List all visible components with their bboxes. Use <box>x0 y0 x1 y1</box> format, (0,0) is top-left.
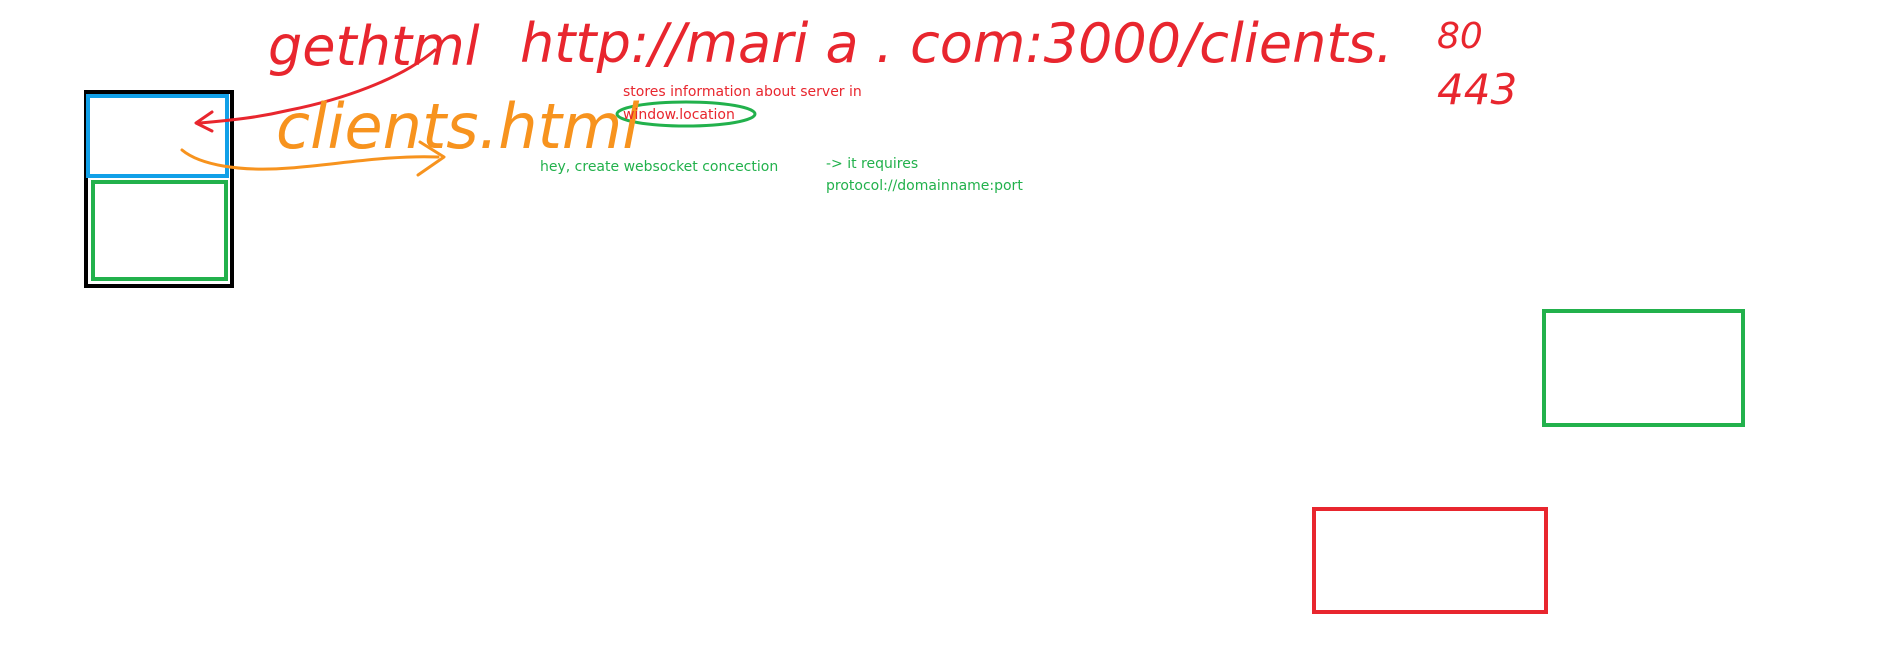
get-html-handwriting: gethtml <box>268 15 480 78</box>
requires-note-line1: -> it requires <box>826 156 918 172</box>
requires-note-line2: protocol://domainname:port <box>826 178 1023 194</box>
url-handwriting: http://mari a . com:3000/clients. <box>520 12 1393 75</box>
green-box-right <box>1542 309 1745 427</box>
port-80-handwriting: 80 <box>1437 16 1483 57</box>
diagram-canvas: gethtml http://mari a . com:3000/clients… <box>84 12 1745 614</box>
port-443-handwriting: 443 <box>1437 65 1517 114</box>
window-location-note: window.location <box>623 107 735 123</box>
red-box <box>1312 507 1548 614</box>
stores-info-note: stores information about server in <box>623 84 862 100</box>
websocket-note: hey, create websocket concection <box>540 159 778 175</box>
clients-html-handwriting: clients.html <box>276 90 640 163</box>
green-box-left <box>91 180 228 281</box>
blue-box <box>86 94 229 178</box>
